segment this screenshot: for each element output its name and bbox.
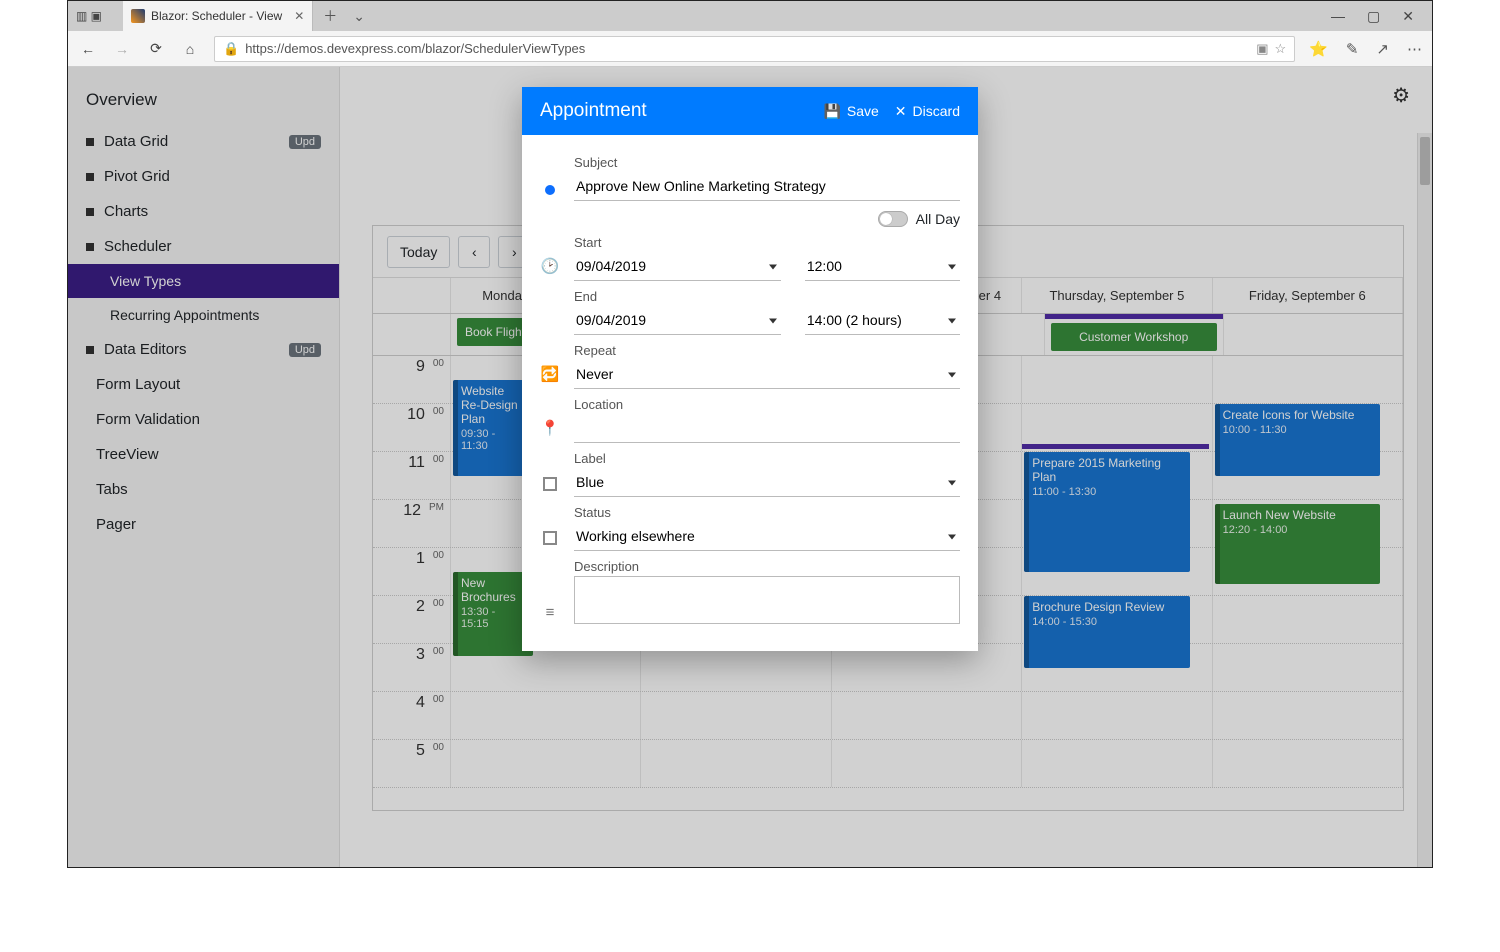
discard-button[interactable]: ✕ Discard <box>895 103 960 120</box>
browser-titlebar: ▥ ▣ Blazor: Scheduler - View ✕ ＋ ⌄ — ▢ ✕ <box>68 1 1432 31</box>
start-time-input[interactable] <box>805 252 960 281</box>
repeat-select[interactable] <box>574 360 960 389</box>
status-select[interactable] <box>574 522 960 551</box>
browser-tab[interactable]: Blazor: Scheduler - View ✕ <box>123 1 313 31</box>
dialog-title: Appointment <box>540 100 647 122</box>
reader-icon[interactable]: ▣ <box>1256 41 1268 57</box>
allday-label: All Day <box>916 211 960 227</box>
tab-title: Blazor: Scheduler - View <box>151 9 282 23</box>
repeat-label: Repeat <box>574 343 960 358</box>
url-text: https://demos.devexpress.com/blazor/Sche… <box>245 41 585 56</box>
window-close[interactable]: ✕ <box>1402 8 1414 25</box>
nav-back-icon[interactable]: ← <box>78 41 98 57</box>
status-icon <box>543 531 557 545</box>
label-select[interactable] <box>574 468 960 497</box>
favorites-icon[interactable]: ⭐ <box>1309 40 1328 58</box>
description-label: Description <box>574 559 960 574</box>
dialog-header: Appointment 💾 Save ✕ Discard <box>522 87 978 135</box>
appointment-dialog: Appointment 💾 Save ✕ Discard <box>522 87 978 651</box>
window-minimize[interactable]: — <box>1331 8 1345 24</box>
tab-close-icon[interactable]: ✕ <box>294 9 304 23</box>
subject-dot-icon <box>545 185 555 195</box>
subject-input[interactable] <box>574 172 960 201</box>
start-label: Start <box>574 235 960 250</box>
browser-address-bar: ← → ⟳ ⌂ 🔒 https://demos.devexpress.com/b… <box>68 31 1432 67</box>
description-icon: ≡ <box>546 604 555 621</box>
start-date-input[interactable] <box>574 252 781 281</box>
end-time-input[interactable] <box>805 306 960 335</box>
subject-label: Subject <box>574 155 960 170</box>
url-bar[interactable]: 🔒 https://demos.devexpress.com/blazor/Sc… <box>214 36 1295 62</box>
description-textarea[interactable] <box>574 576 960 624</box>
pen-icon[interactable]: ✎ <box>1346 40 1359 58</box>
window-maximize[interactable]: ▢ <box>1367 8 1380 25</box>
star-icon[interactable]: ☆ <box>1275 41 1287 57</box>
status-label: Status <box>574 505 960 520</box>
new-tab-button[interactable]: ＋ <box>313 6 347 26</box>
allday-toggle[interactable] <box>878 211 908 227</box>
nav-refresh-icon[interactable]: ⟳ <box>146 40 166 57</box>
window-tab-icons: ▥ ▣ <box>68 1 110 31</box>
end-label: End <box>574 289 960 304</box>
location-icon: 📍 <box>541 419 560 437</box>
favicon <box>131 9 145 23</box>
repeat-icon: 🔁 <box>541 365 560 383</box>
location-label: Location <box>574 397 960 412</box>
clock-icon: 🕑 <box>541 257 560 275</box>
more-icon[interactable]: ⋯ <box>1407 40 1422 58</box>
save-icon: 💾 <box>823 103 840 120</box>
label-label: Label <box>574 451 960 466</box>
lock-icon: 🔒 <box>223 41 239 57</box>
nav-forward-icon[interactable]: → <box>112 41 132 57</box>
tab-overflow-icon[interactable]: ⌄ <box>347 8 371 25</box>
end-date-input[interactable] <box>574 306 781 335</box>
location-input[interactable] <box>574 414 960 443</box>
share-icon[interactable]: ↗ <box>1376 40 1389 58</box>
save-button[interactable]: 💾 Save <box>823 103 878 120</box>
close-icon: ✕ <box>895 103 907 120</box>
nav-home-icon[interactable]: ⌂ <box>180 41 200 57</box>
label-icon <box>543 477 557 491</box>
